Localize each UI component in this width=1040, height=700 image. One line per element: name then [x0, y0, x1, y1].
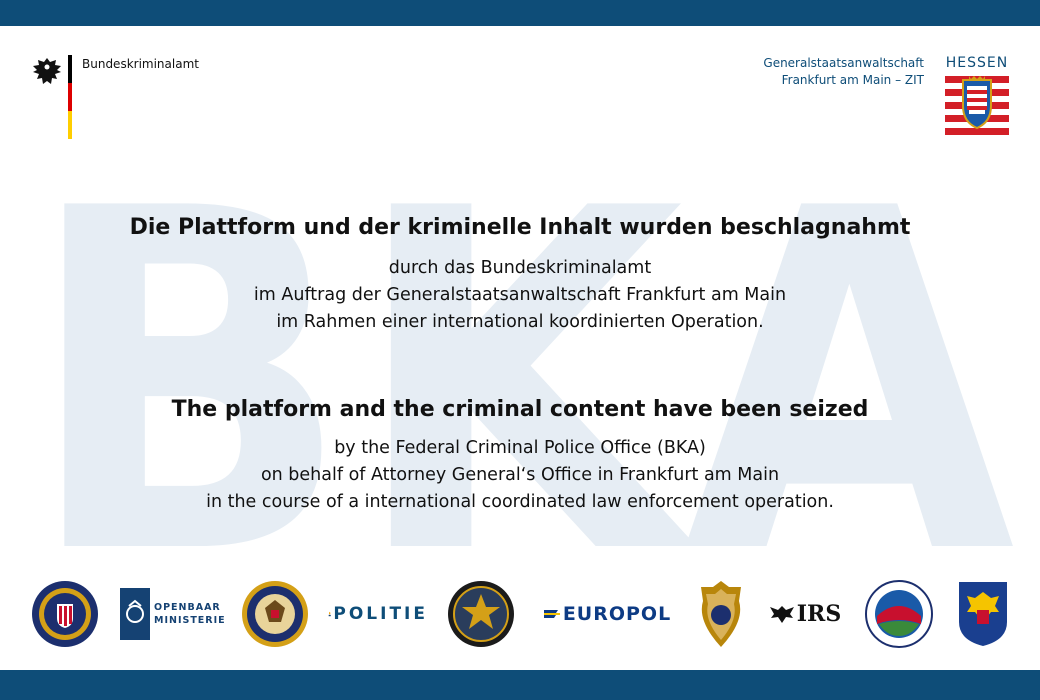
fbi-seal-icon: [32, 581, 98, 647]
europol-text: EUROPOL: [562, 603, 672, 625]
politie-text: POLITIE: [333, 604, 428, 624]
politie-flame-icon: [328, 611, 331, 617]
postal-inspection-logo: [445, 576, 517, 652]
english-line3: in the course of a international coordin…: [206, 492, 834, 512]
watermark-text: BKA: [25, 110, 1018, 657]
openbaar-ministerie-logo: OPENBAAR MINISTERIE: [120, 576, 230, 652]
gsa-line1: Generalstaatsanwaltschaft: [763, 56, 924, 70]
europol-logo: EUROPOL: [540, 576, 675, 652]
fbi-seal-logo: [30, 576, 100, 652]
hsi-badge-icon: [701, 581, 741, 647]
german-flag-stripe: [68, 55, 72, 139]
dea-seal-logo: [863, 576, 935, 652]
dea-seal-icon: [865, 580, 933, 648]
bottom-bar: [0, 670, 1040, 700]
doj-seal-logo: [240, 576, 310, 652]
doj-seal-icon: [242, 581, 308, 647]
english-statement: The platform and the criminal content ha…: [0, 395, 1040, 516]
hessen-coat-of-arms-icon: [945, 76, 1009, 135]
om-crest-icon: [120, 588, 150, 640]
irs-logo: IRS: [765, 576, 845, 652]
politie-logo: POLITIE: [328, 576, 428, 652]
english-headline: The platform and the criminal content ha…: [171, 397, 869, 422]
german-headline: Die Plattform und der kriminelle Inhalt …: [129, 215, 911, 240]
hsi-badge-logo: [693, 576, 749, 652]
bka-name: Bundeskriminalamt: [82, 57, 199, 71]
europol-mark-icon: [543, 610, 560, 618]
gsa-header: Generalstaatsanwaltschaft Frankfurt am M…: [763, 55, 1010, 136]
romanian-police-crest-icon: [959, 582, 1007, 646]
om-line2: MINISTERIE: [154, 615, 226, 626]
german-line3: im Rahmen einer international koordinier…: [276, 312, 764, 332]
german-statement: Die Plattform und der kriminelle Inhalt …: [0, 213, 1040, 336]
federal-eagle-icon: [33, 58, 61, 84]
irs-text: IRS: [796, 601, 842, 627]
hessen-label: HESSEN: [945, 55, 1009, 71]
german-line2: im Auftrag der Generalstaatsanwaltschaft…: [253, 285, 787, 305]
romanian-police-logo: [953, 576, 1013, 652]
irs-eagle-icon: [769, 606, 794, 623]
hessen-logo: HESSEN: [944, 55, 1010, 136]
english-line1: by the Federal Criminal Police Office (B…: [334, 438, 706, 458]
top-bar: [0, 0, 1040, 26]
german-line1: durch das Bundeskriminalamt: [388, 258, 652, 278]
agency-logos: OPENBAAR MINISTERIE POLITIE EUROPOL IRS: [25, 576, 1015, 652]
gsa-name: Generalstaatsanwaltschaft Frankfurt am M…: [763, 55, 924, 136]
english-line2: on behalf of Attorney General‘s Office i…: [260, 465, 780, 485]
postal-inspection-badge-icon: [448, 581, 514, 647]
om-line1: OPENBAAR: [154, 602, 221, 613]
bka-header-logo: Bundeskriminalamt: [30, 55, 199, 139]
gsa-line2: Frankfurt am Main – ZIT: [781, 73, 924, 87]
